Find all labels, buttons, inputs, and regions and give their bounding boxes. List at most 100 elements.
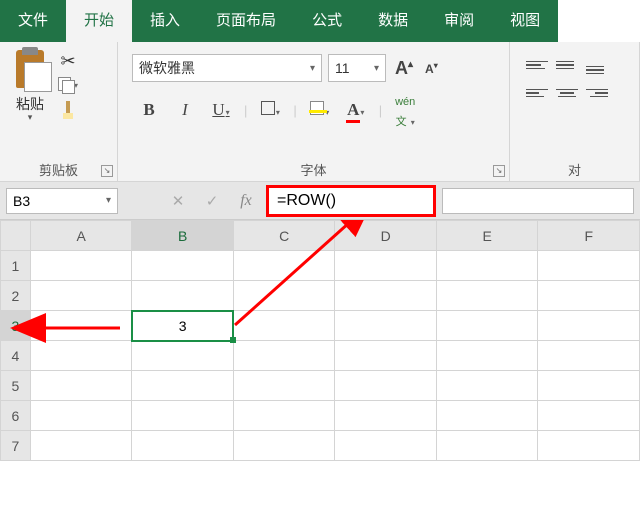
bold-button[interactable]: B <box>136 100 162 120</box>
cell[interactable] <box>233 401 335 431</box>
paste-icon[interactable] <box>12 50 48 90</box>
tab-review[interactable]: 审阅 <box>426 0 492 42</box>
clipboard-launcher[interactable]: ↘ <box>101 165 113 177</box>
cell[interactable] <box>335 371 437 401</box>
cell[interactable] <box>30 311 132 341</box>
row-header-5[interactable]: 5 <box>1 371 31 401</box>
cell[interactable] <box>436 371 538 401</box>
col-header-F[interactable]: F <box>538 221 640 251</box>
cell[interactable] <box>233 251 335 281</box>
col-header-E[interactable]: E <box>436 221 538 251</box>
col-header-D[interactable]: D <box>335 221 437 251</box>
cell[interactable] <box>335 341 437 371</box>
phonetic-guide-button[interactable]: wén文 ▾ <box>392 90 418 130</box>
cell[interactable] <box>30 281 132 311</box>
font-color-button[interactable]: A▾ <box>343 100 369 120</box>
font-launcher[interactable]: ↘ <box>493 165 505 177</box>
cell[interactable] <box>132 431 234 461</box>
underline-button[interactable]: U▾ <box>208 100 234 120</box>
paste-dropdown[interactable]: ▾ <box>28 112 33 123</box>
row-header-2[interactable]: 2 <box>1 281 31 311</box>
font-size-value: 11 <box>335 60 350 76</box>
cell[interactable] <box>233 281 335 311</box>
cell[interactable] <box>132 401 234 431</box>
font-name-combo[interactable]: 微软雅黑 ▾ <box>132 54 322 82</box>
cell[interactable] <box>30 251 132 281</box>
col-header-A[interactable]: A <box>30 221 132 251</box>
cell[interactable] <box>335 401 437 431</box>
tab-view[interactable]: 视图 <box>492 0 558 42</box>
row-header-3[interactable]: 3 <box>1 311 31 341</box>
tab-file[interactable]: 文件 <box>0 0 66 42</box>
cell[interactable] <box>436 341 538 371</box>
cell[interactable] <box>233 371 335 401</box>
cell[interactable] <box>436 311 538 341</box>
align-top-button[interactable] <box>526 56 548 74</box>
align-center-button[interactable] <box>556 84 578 102</box>
cut-button[interactable]: ✂ <box>58 52 78 70</box>
name-box[interactable]: B3 ▾ <box>6 188 118 214</box>
row-header-6[interactable]: 6 <box>1 401 31 431</box>
formula-bar-extra[interactable] <box>442 188 634 214</box>
cell[interactable] <box>233 311 335 341</box>
formula-input[interactable]: =ROW() <box>266 185 436 217</box>
tab-home[interactable]: 开始 <box>66 0 132 42</box>
align-right-button[interactable] <box>586 84 608 102</box>
borders-button[interactable]: ▾ <box>257 100 283 120</box>
group-alignment: 对 <box>510 42 640 181</box>
cell[interactable] <box>538 251 640 281</box>
insert-function-button[interactable]: fx <box>232 188 260 214</box>
accept-formula-button[interactable]: ✓ <box>198 188 226 214</box>
cell[interactable] <box>30 371 132 401</box>
col-header-B[interactable]: B <box>132 221 234 251</box>
cell[interactable] <box>436 251 538 281</box>
select-all-corner[interactable] <box>1 221 31 251</box>
cell[interactable] <box>538 281 640 311</box>
cell[interactable] <box>538 371 640 401</box>
row-header-1[interactable]: 1 <box>1 251 31 281</box>
cell[interactable] <box>233 431 335 461</box>
ribbon: 粘贴 ▾ ✂ ▾ 剪贴板 ↘ 微软雅黑 ▾ 11 ▾ <box>0 42 640 182</box>
fill-color-button[interactable]: ▾ <box>307 100 333 120</box>
cell[interactable] <box>132 371 234 401</box>
italic-button[interactable]: I <box>172 100 198 120</box>
cell[interactable] <box>436 281 538 311</box>
cell[interactable] <box>30 341 132 371</box>
cell[interactable] <box>335 311 437 341</box>
cancel-formula-button[interactable]: ✕ <box>164 188 192 214</box>
cell[interactable] <box>335 281 437 311</box>
brush-icon <box>66 101 70 117</box>
cell[interactable] <box>233 341 335 371</box>
cell[interactable] <box>436 401 538 431</box>
format-painter-button[interactable] <box>58 100 78 118</box>
cell-B3[interactable]: 3 <box>132 311 234 341</box>
tab-data[interactable]: 数据 <box>360 0 426 42</box>
cell[interactable] <box>132 341 234 371</box>
check-icon: ✓ <box>206 192 219 210</box>
cell[interactable] <box>30 431 132 461</box>
copy-button[interactable]: ▾ <box>58 76 78 94</box>
col-header-C[interactable]: C <box>233 221 335 251</box>
align-left-button[interactable] <box>526 84 548 102</box>
cell[interactable] <box>538 311 640 341</box>
align-middle-button[interactable] <box>556 56 578 74</box>
cell[interactable] <box>335 251 437 281</box>
font-size-combo[interactable]: 11 ▾ <box>328 54 386 82</box>
tab-insert[interactable]: 插入 <box>132 0 198 42</box>
row-header-7[interactable]: 7 <box>1 431 31 461</box>
cell[interactable] <box>538 401 640 431</box>
tab-layout[interactable]: 页面布局 <box>198 0 294 42</box>
cell[interactable] <box>335 431 437 461</box>
tab-formula[interactable]: 公式 <box>294 0 360 42</box>
cell[interactable] <box>538 341 640 371</box>
row-header-4[interactable]: 4 <box>1 341 31 371</box>
cell[interactable] <box>132 281 234 311</box>
align-bottom-button[interactable] <box>586 56 608 74</box>
cell[interactable] <box>538 431 640 461</box>
cell[interactable] <box>436 431 538 461</box>
cell[interactable] <box>30 401 132 431</box>
decrease-font-button[interactable]: A▾ <box>422 61 441 76</box>
paste-button[interactable]: 粘贴 <box>16 94 44 114</box>
increase-font-button[interactable]: A▴ <box>392 58 416 79</box>
cell[interactable] <box>132 251 234 281</box>
